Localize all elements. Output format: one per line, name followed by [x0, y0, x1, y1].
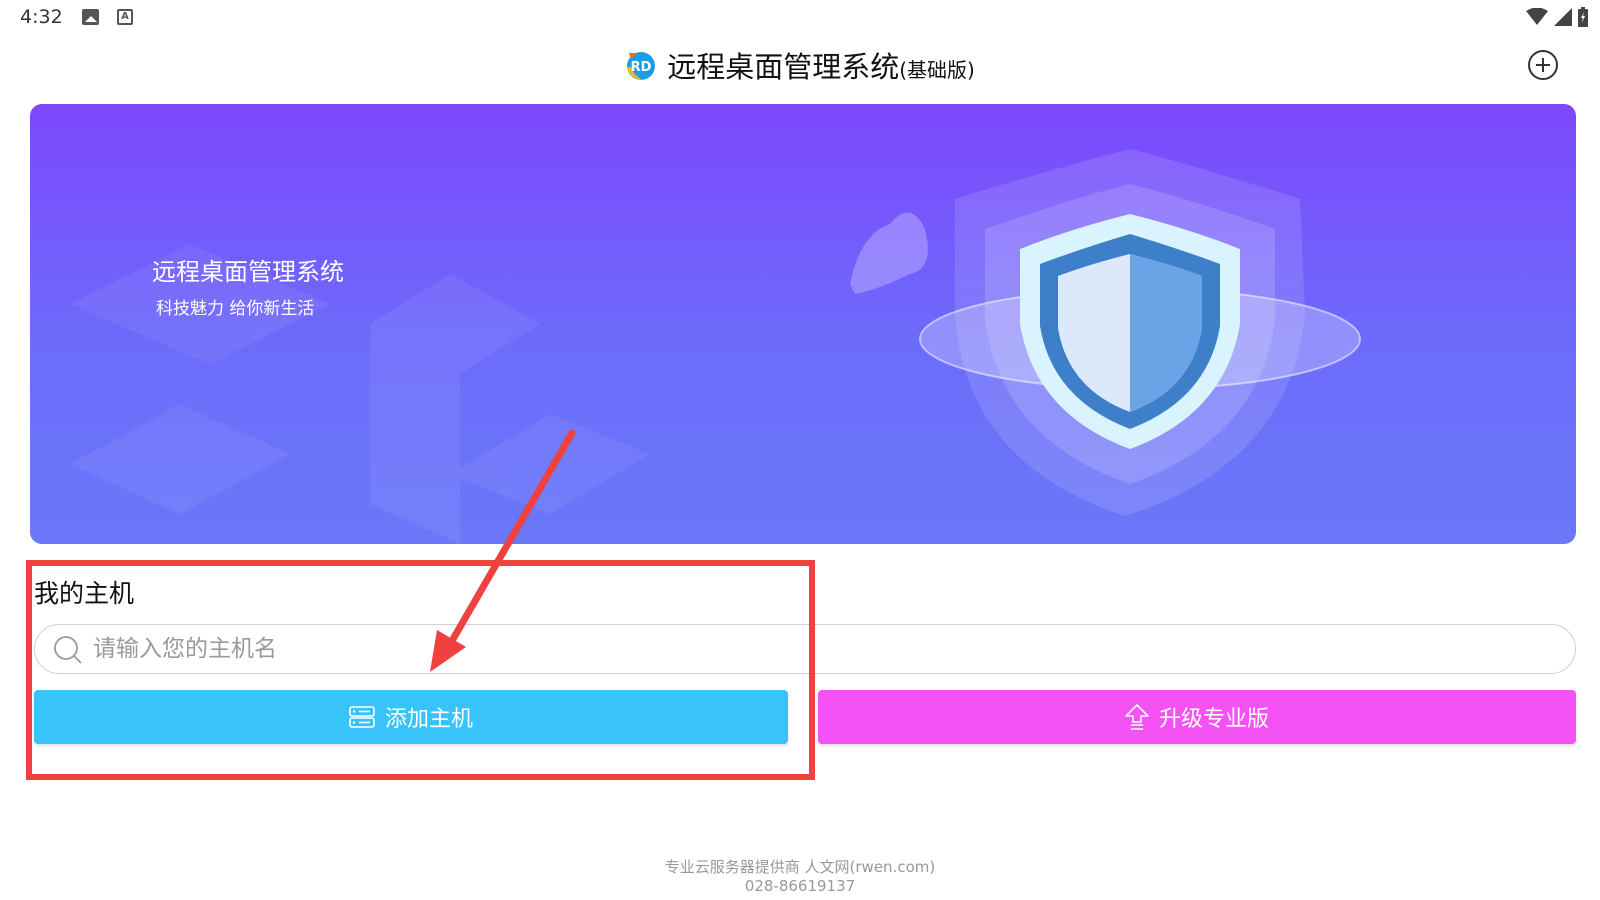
- banner-title: 远程桌面管理系统: [152, 258, 344, 286]
- banner-illustration: [70, 149, 1361, 544]
- logo-text: RD: [631, 60, 652, 75]
- add-button[interactable]: [1528, 50, 1558, 80]
- title-group: RD 远程桌面管理系统(基础版): [0, 44, 1600, 86]
- app-screen: 4:32 A RD 远程桌面管理系统(基础版) 远程桌面管理系统 科技魅力 给你…: [0, 0, 1600, 900]
- status-time: 4:32: [20, 6, 63, 28]
- text-a-icon: A: [117, 9, 133, 25]
- upgrade-pro-button[interactable]: 升级专业版: [818, 690, 1576, 744]
- signal-icon: [1554, 8, 1572, 26]
- annotation-highlight-box: [26, 560, 815, 780]
- cloud-icon: [850, 212, 928, 294]
- banner-subtitle: 科技魅力 给你新生活: [156, 299, 315, 319]
- hero-banner: 远程桌面管理系统 科技魅力 给你新生活: [30, 104, 1576, 544]
- status-bar: 4:32 A: [0, 0, 1600, 36]
- app-title: 远程桌面管理系统: [667, 50, 900, 84]
- footer-phone: 028-86619137: [744, 877, 856, 895]
- battery-icon: [1578, 7, 1588, 27]
- plus-circle-icon: [1536, 58, 1550, 72]
- status-right-icons: [1526, 6, 1588, 28]
- image-icon: [82, 9, 99, 25]
- background-blocks: [70, 244, 650, 544]
- app-edition: (基础版): [899, 58, 975, 82]
- shield-icon: [955, 149, 1305, 516]
- app-logo-icon: RD: [627, 52, 656, 80]
- footer-provider: 专业云服务器提供商 人文网(rwen.com): [664, 858, 936, 876]
- page-title: 远程桌面管理系统(基础版): [667, 44, 975, 86]
- upgrade-pro-label: 升级专业版: [1158, 707, 1269, 732]
- app-header: RD 远程桌面管理系统(基础版): [0, 36, 1600, 96]
- upgrade-arrow-icon: [1125, 704, 1149, 730]
- wifi-icon: [1526, 8, 1548, 25]
